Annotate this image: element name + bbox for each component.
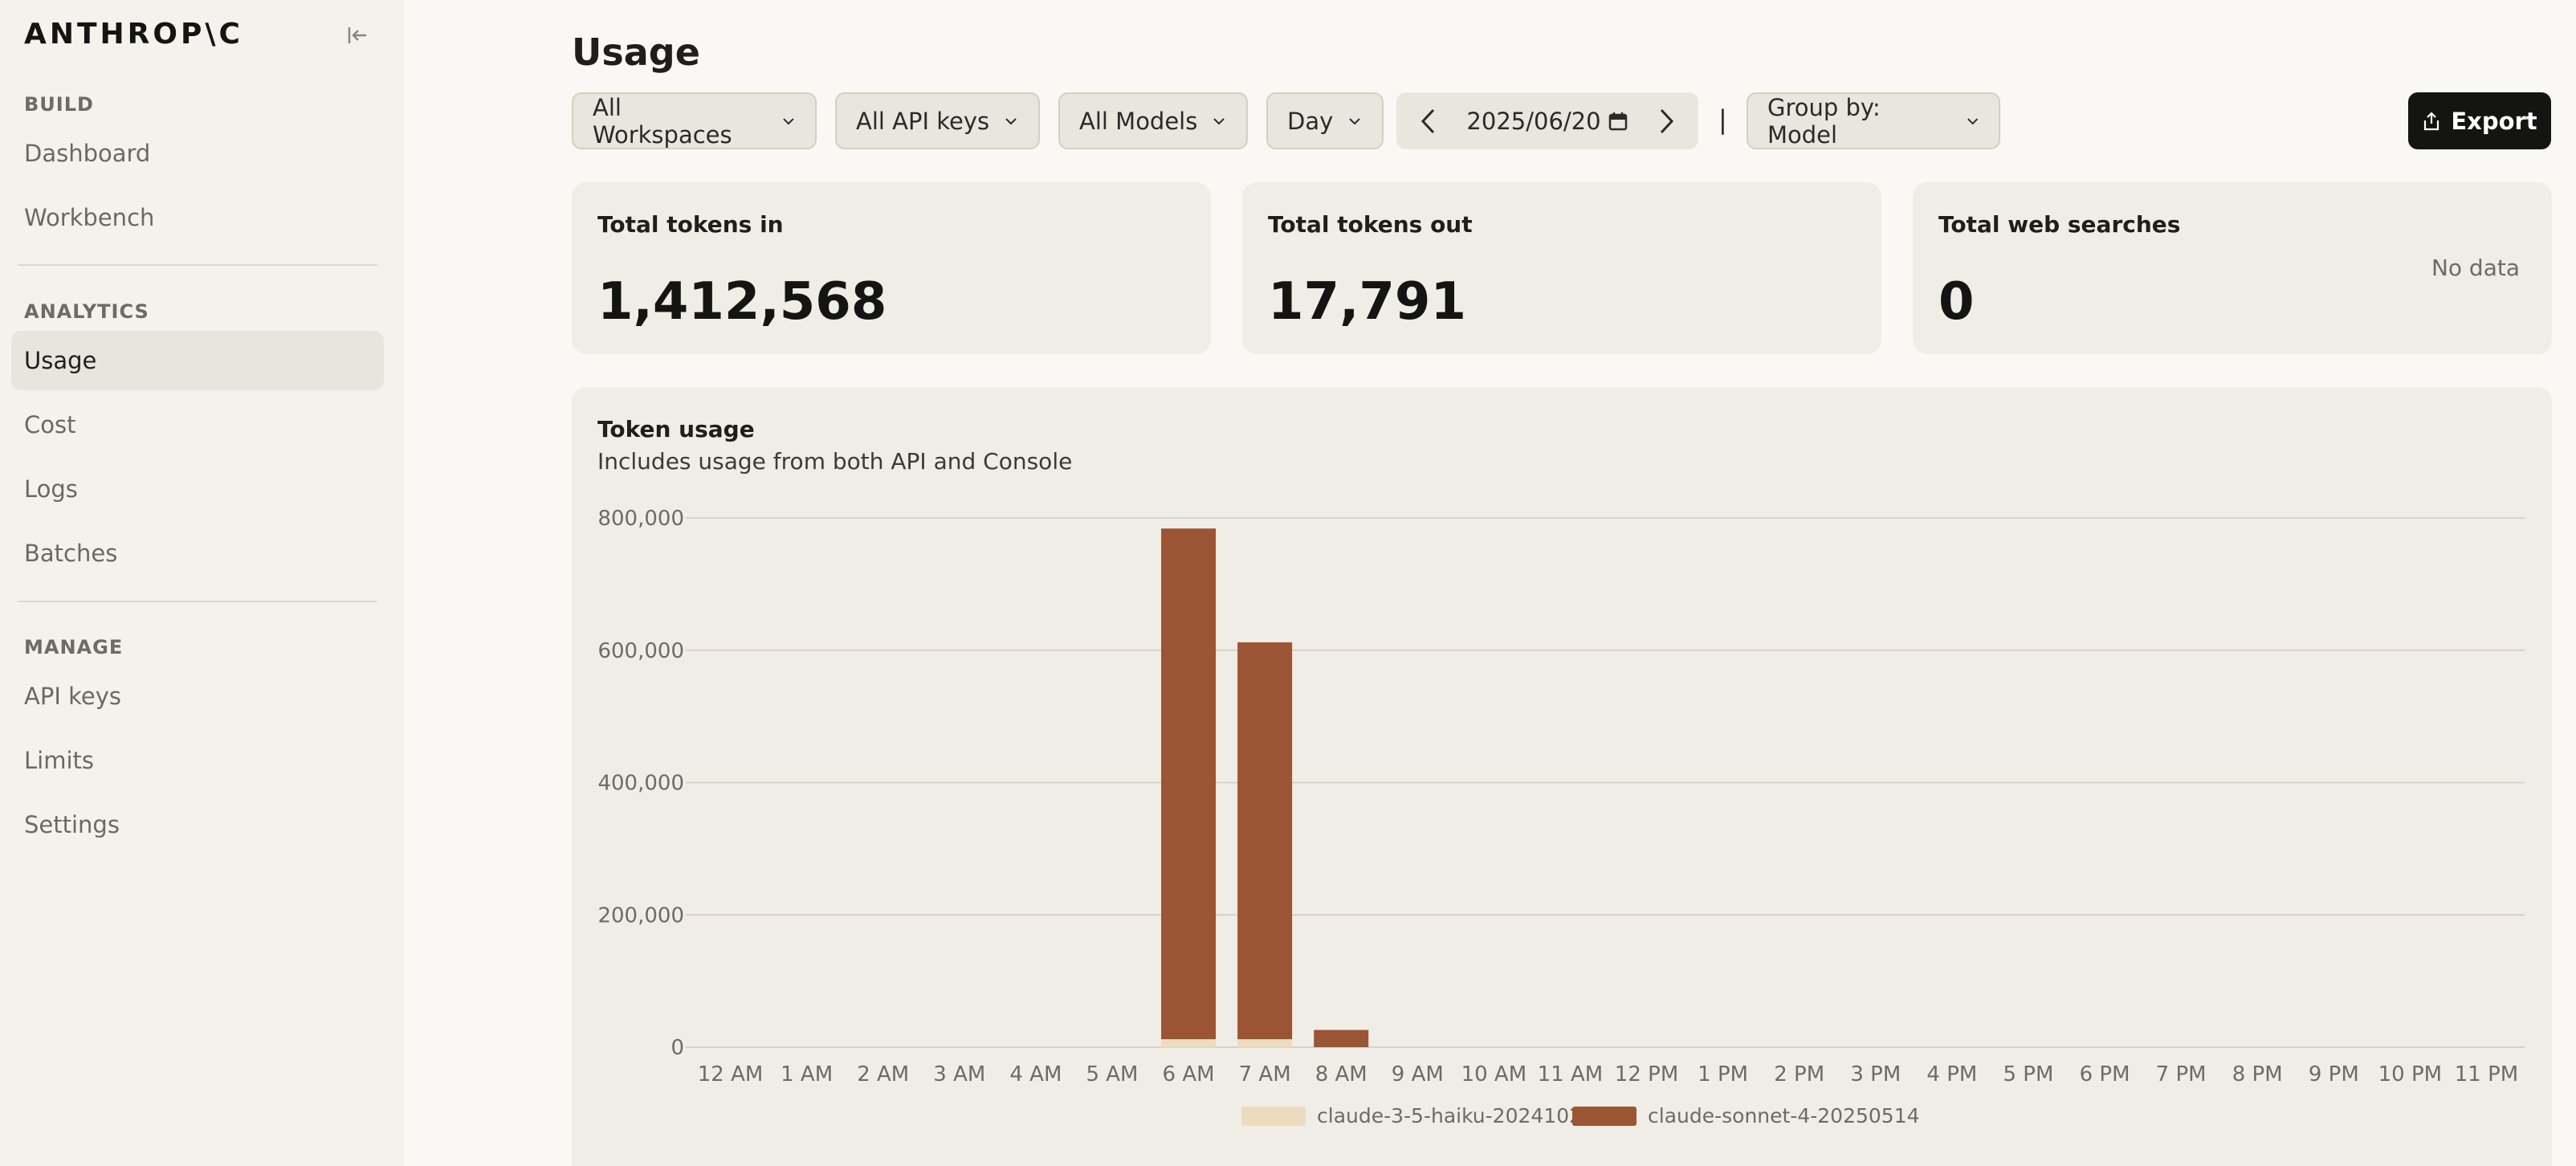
x-tick-label: 9 PM [2309,1062,2359,1086]
x-tick-label: 4 PM [1926,1062,1977,1086]
chart-title: Token usage [597,416,755,442]
y-tick-label: 0 [670,1036,684,1060]
tokens-out-value: 17,791 [1268,272,1466,332]
y-tick-label: 200,000 [597,903,684,928]
page-title: Usage [572,31,700,74]
chevron-down-icon [1967,117,1978,124]
x-tick-label: 11 AM [1538,1062,1604,1086]
calendar-icon[interactable] [1608,111,1628,132]
group-by-dropdown-label: Group by: Model [1767,93,1881,149]
sidebar-item-batches[interactable]: Batches [11,524,384,583]
group-by-dropdown[interactable]: Group by: Model [1747,92,2000,149]
legend-swatch-sonnet [1572,1106,1636,1126]
token-usage-chart: 0 200,000 400,000 600,000 800,000 12 AM 1 AM 2 … [597,507,2525,1086]
x-tick-label: 2 PM [1774,1062,1824,1086]
bar-sonnet [1237,642,1293,1040]
x-tick-label: 3 PM [1850,1062,1901,1086]
x-tick-label: 12 PM [1615,1062,1678,1086]
sidebar-item-api-keys[interactable]: API keys [11,667,384,726]
x-tick-label: 8 AM [1315,1062,1367,1086]
chevron-down-icon [783,117,794,124]
legend-item-haiku: claude-3-5-haiku-20241022 [1241,1104,1595,1127]
sidebar-item-dashboard[interactable]: Dashboard [11,124,384,183]
chart-subtitle: Includes usage from both API and Console [597,448,1073,475]
sidebar-item-cost[interactable]: Cost [11,395,384,455]
collapse-sidebar-icon[interactable] [342,21,371,50]
tokens-in-card: Total tokens in 1,412,568 [572,182,1211,354]
api-keys-dropdown-label: All API keys [856,107,990,135]
y-tick-label: 800,000 [597,507,684,531]
x-tick-label: 6 AM [1163,1062,1215,1086]
bar-sonnet [1161,528,1217,1040]
web-searches-value: 0 [1938,272,1975,332]
next-day-icon[interactable] [1657,108,1676,135]
x-tick-label: 9 AM [1392,1062,1444,1086]
x-tick-label: 1 PM [1698,1062,1748,1086]
chevron-down-icon [1349,117,1360,124]
date-picker: 2025/06/20 [1396,92,1698,149]
sidebar: ANTHROP\C BUILD Dashboard Workbench ANAL… [0,0,403,1166]
legend-label-sonnet: claude-sonnet-4-20250514 [1648,1104,1920,1127]
toolbar-separator: | [1718,104,1727,135]
models-dropdown-label: All Models [1079,107,1198,135]
anthropic-logo: ANTHROP\C [24,18,243,51]
granularity-dropdown[interactable]: Day [1266,92,1384,149]
web-searches-label: Total web searches [1938,211,2181,238]
export-button[interactable]: Export [2408,92,2551,149]
sidebar-item-settings[interactable]: Settings [11,795,384,854]
bar-haiku [1237,1039,1293,1047]
section-label-analytics: ANALYTICS [24,300,149,323]
legend-label-haiku: claude-3-5-haiku-20241022 [1317,1104,1595,1127]
workspaces-dropdown-label: All Workspaces [593,93,732,149]
sidebar-item-usage[interactable]: Usage [11,331,384,390]
x-tick-label: 6 PM [2080,1062,2130,1086]
legend-item-sonnet: claude-sonnet-4-20250514 [1572,1104,1920,1127]
models-dropdown[interactable]: All Models [1058,92,1248,149]
x-tick-label: 3 AM [933,1062,985,1086]
sidebar-divider [18,601,377,602]
section-label-build: BUILD [24,93,94,116]
section-label-manage: MANAGE [24,636,124,658]
sidebar-item-limits[interactable]: Limits [11,731,384,790]
x-tick-label: 1 AM [781,1062,833,1086]
api-keys-dropdown[interactable]: All API keys [835,92,1040,149]
chevron-down-icon [1213,117,1225,124]
x-tick-label: 8 PM [2232,1062,2283,1086]
share-export-icon [2424,111,2439,130]
x-tick-label: 2 AM [857,1062,909,1086]
legend-swatch-haiku [1241,1106,1306,1126]
chevron-down-icon [1005,117,1017,124]
bar-sonnet [1314,1029,1369,1047]
token-usage-card: 0 200,000 400,000 600,000 800,000 12 AM 1 AM 2 … [572,387,2552,1166]
tokens-in-label: Total tokens in [597,211,784,238]
export-button-label: Export [2451,107,2537,135]
x-tick-label: 7 PM [2156,1062,2207,1086]
previous-day-icon[interactable] [1419,108,1438,135]
tokens-out-label: Total tokens out [1268,211,1473,238]
x-tick-label: 10 PM [2378,1062,2442,1086]
x-tick-label: 5 PM [2003,1062,2053,1086]
sidebar-item-logs[interactable]: Logs [11,459,384,519]
tokens-in-value: 1,412,568 [597,272,887,332]
sidebar-divider [18,264,377,266]
bar-haiku [1161,1039,1217,1047]
sidebar-item-workbench[interactable]: Workbench [11,188,384,247]
x-tick-label: 12 AM [698,1062,764,1086]
web-searches-no-data: No data [2431,255,2520,281]
date-input[interactable]: 2025/06/20 [1466,108,1600,135]
granularity-dropdown-label: Day [1287,107,1334,135]
tokens-out-card: Total tokens out 17,791 [1242,182,1881,354]
y-tick-label: 600,000 [597,639,684,663]
web-searches-card: Total web searches No data 0 [1913,182,2552,354]
y-tick-label: 400,000 [597,772,684,796]
x-tick-label: 4 AM [1009,1062,1062,1086]
x-tick-label: 5 AM [1086,1062,1138,1086]
x-tick-label: 7 AM [1239,1062,1291,1086]
x-tick-label: 11 PM [2455,1062,2518,1086]
x-tick-label: 10 AM [1461,1062,1527,1086]
workspaces-dropdown[interactable]: All Workspaces [572,92,817,149]
